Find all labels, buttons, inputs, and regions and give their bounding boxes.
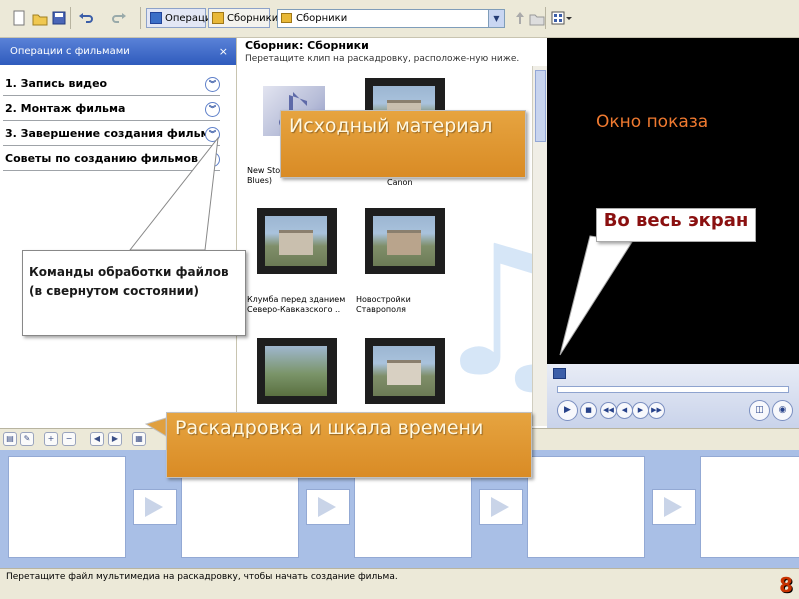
source-material-callout: Исходный материал	[280, 110, 526, 178]
fullscreen-callout: Во весь экран	[596, 208, 756, 242]
file-commands-callout: Команды обработки файлов (в свернутом со…	[22, 250, 246, 336]
preview-window-label: Окно показа	[596, 112, 709, 132]
storyboard-callout: Раскадровка и шкала времени	[166, 412, 532, 478]
